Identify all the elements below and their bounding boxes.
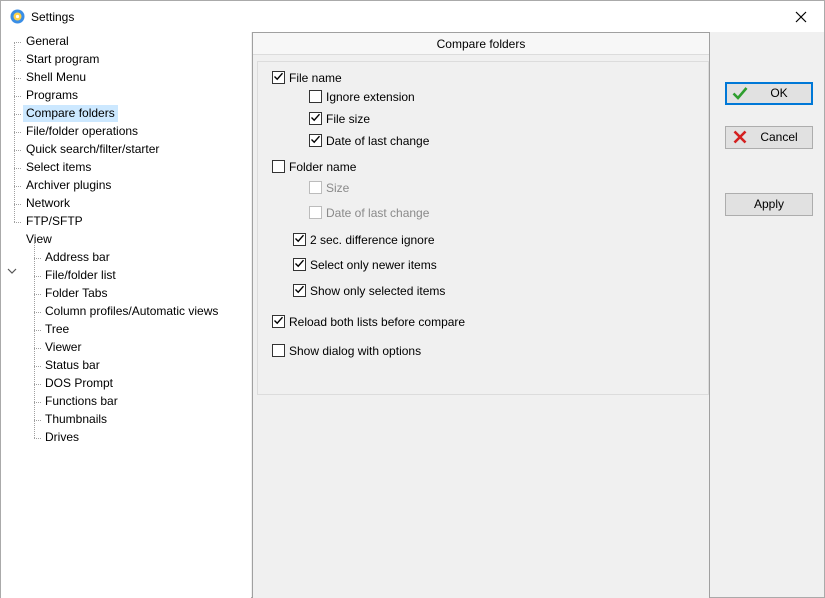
tree-item-view[interactable]: View [23, 231, 55, 248]
checkbox-box [309, 206, 322, 219]
checkbox-label: Date of last change [326, 134, 430, 148]
checkbox-label: 2 sec. difference ignore [310, 233, 435, 247]
close-button[interactable] [778, 1, 824, 32]
checkbox-label: Select only newer items [310, 258, 437, 272]
tree-item-file-folder-operations[interactable]: File/folder operations [23, 123, 141, 140]
checkbox-box[interactable] [309, 90, 322, 103]
cancel-label: Cancel [760, 130, 798, 144]
tree-item-file-folder-list[interactable]: File/folder list [42, 267, 119, 284]
tree-item-start-program[interactable]: Start program [23, 51, 102, 68]
tree-item-programs[interactable]: Programs [23, 87, 81, 104]
chevron-down-icon[interactable] [6, 265, 18, 277]
tree-item-archiver-plugins[interactable]: Archiver plugins [23, 177, 114, 194]
tree-item-general[interactable]: General [23, 33, 72, 50]
tree-item-drives[interactable]: Drives [42, 429, 82, 446]
tree-item-network[interactable]: Network [23, 195, 73, 212]
title-bar[interactable]: Settings [1, 1, 824, 32]
panel-title: Compare folders [253, 33, 709, 55]
tree-item-column-profiles-automatic-views[interactable]: Column profiles/Automatic views [42, 303, 221, 320]
tree-item-quick-search-filter-starter[interactable]: Quick search/filter/starter [23, 141, 162, 158]
ok-button[interactable]: OK [725, 82, 813, 105]
checkbox-label: Show only selected items [310, 284, 446, 298]
apply-label: Apply [753, 197, 785, 211]
check-icon [274, 72, 284, 81]
settings-tree[interactable]: General Start program Shell Menu Programs Co… [1, 32, 251, 598]
check-icon [311, 113, 321, 122]
checkbox-label: File size [326, 112, 371, 126]
tree-item-select-items[interactable]: Select items [23, 159, 94, 176]
tree-item-address-bar[interactable]: Address bar [42, 249, 113, 266]
settings-window: Settings General Start program Shell Menu P… [0, 0, 825, 598]
check-icon [295, 285, 305, 294]
ok-label: OK [770, 86, 788, 100]
tree-item-functions-bar[interactable]: Functions bar [42, 393, 121, 410]
apply-button[interactable]: Apply [725, 193, 813, 216]
tree-item-tree[interactable]: Tree [42, 321, 72, 338]
tree-item-thumbnails[interactable]: Thumbnails [42, 411, 110, 428]
tree-item-status-bar[interactable]: Status bar [42, 357, 103, 374]
tree-item-compare-folders[interactable]: Compare folders [23, 105, 118, 122]
checkbox-box[interactable] [272, 344, 285, 357]
cancel-button[interactable]: Cancel [725, 126, 813, 149]
checkbox-label: Date of last change [326, 206, 430, 220]
tree-item-shell-menu[interactable]: Shell Menu [23, 69, 89, 86]
checkbox-label: Ignore extension [326, 90, 415, 104]
tree-item-folder-tabs[interactable]: Folder Tabs [42, 285, 110, 302]
checkbox-box[interactable] [272, 160, 285, 173]
window-title: Settings [31, 10, 75, 24]
tree-item-dos-prompt[interactable]: DOS Prompt [42, 375, 116, 392]
check-icon [274, 316, 284, 325]
tree-item-viewer[interactable]: Viewer [42, 339, 84, 356]
compare-folders-panel: Compare folders File name Ignore extensio… [252, 32, 710, 598]
close-icon [795, 11, 807, 22]
tree-item-ftp-sftp[interactable]: FTP/SFTP [23, 213, 86, 230]
checkbox-box [309, 181, 322, 194]
app-icon [10, 9, 25, 24]
checkbox-label: Size [326, 181, 350, 195]
check-icon [295, 259, 305, 268]
check-icon [311, 135, 321, 144]
checkbox-label: File name [289, 71, 342, 85]
check-icon [295, 234, 305, 243]
checkbox-label: Folder name [289, 160, 357, 174]
checkbox-label: Reload both lists before compare [289, 315, 466, 329]
checkbox-label: Show dialog with options [289, 344, 422, 358]
